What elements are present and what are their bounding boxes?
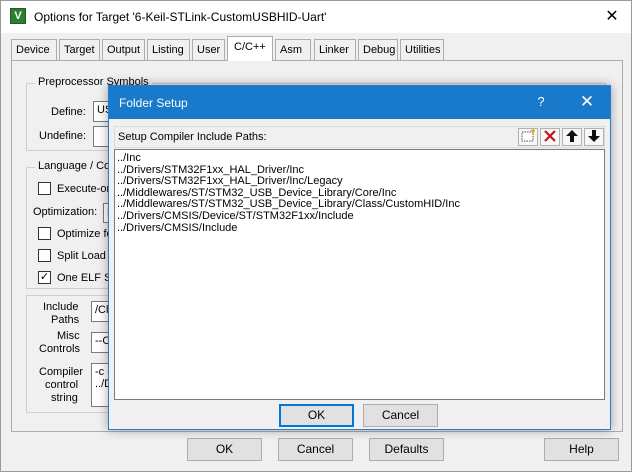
dialog-cancel-button[interactable]: Cancel [363,404,438,427]
tab-listing[interactable]: Listing [147,39,190,60]
dialog-close-icon[interactable]: ✕ [575,91,599,115]
folder-setup-dialog: Folder Setup ? ✕ Setup Compiler Include … [108,85,611,430]
ok-button[interactable]: OK [187,438,262,461]
help-icon[interactable]: ? [535,94,547,109]
compiler-control-label-1: Compiler [39,366,84,378]
close-icon[interactable]: ✕ [597,5,627,29]
misc-controls-label-2: Controls [39,343,80,355]
tab-debug[interactable]: Debug [358,39,398,60]
window-title: Options for Target '6-Keil-STLink-Custom… [34,10,327,24]
tab-output[interactable]: Output [102,39,145,60]
list-item[interactable]: ../Inc [117,152,602,165]
compiler-control-label-2: control [45,379,79,391]
delete-icon[interactable] [540,128,560,146]
tab-linker[interactable]: Linker [314,39,356,60]
keil-uvision-icon: V [10,8,26,24]
include-paths-label-2: Paths [51,314,80,326]
list-item[interactable]: ../Drivers/CMSIS/Include [117,222,602,235]
one-elf-checkbox[interactable]: ✓ [38,271,51,284]
misc-controls-label-1: Misc [57,330,80,342]
execute-only-checkbox[interactable] [38,182,51,195]
split-load-label: Split Load a [57,250,116,262]
optimization-label: Optimization: [33,206,98,218]
title-bar: V Options for Target '6-Keil-STLink-Cust… [1,1,631,33]
dialog-title: Folder Setup [119,96,188,110]
language-group-title: Language / Co [35,160,114,172]
include-paths-label-1: Include [43,301,79,313]
compiler-control-label-3: string [51,392,78,404]
dialog-title-bar: Folder Setup ? ✕ [109,86,610,119]
optimize-for-checkbox[interactable] [38,227,51,240]
include-paths-toolbar: Setup Compiler Include Paths: [114,126,605,148]
tab-c-cpp[interactable]: C/C++ [227,36,273,61]
tab-target[interactable]: Target [59,39,100,60]
list-item[interactable]: ../Drivers/CMSIS/Device/ST/STM32F1xx/Inc… [117,210,602,223]
dialog-ok-button[interactable]: OK [279,404,354,427]
cancel-button[interactable]: Cancel [278,438,353,461]
help-button[interactable]: Help [544,438,619,461]
new-folder-icon[interactable] [518,128,538,146]
toolbar-label: Setup Compiler Include Paths: [118,131,267,143]
execute-only-label: Execute-onl [57,183,116,195]
tab-asm[interactable]: Asm [275,39,311,60]
define-label: Define: [51,106,86,118]
split-load-checkbox[interactable] [38,249,51,262]
tab-utilities[interactable]: Utilities [400,39,444,60]
move-up-icon[interactable] [562,128,582,146]
include-path-list[interactable]: ../Inc ../Drivers/STM32F1xx_HAL_Driver/I… [114,149,605,400]
move-down-icon[interactable] [584,128,604,146]
tab-device[interactable]: Device [11,39,57,60]
tab-user[interactable]: User [192,39,225,60]
defaults-button[interactable]: Defaults [369,438,444,461]
undefine-label: Undefine: [39,130,87,142]
